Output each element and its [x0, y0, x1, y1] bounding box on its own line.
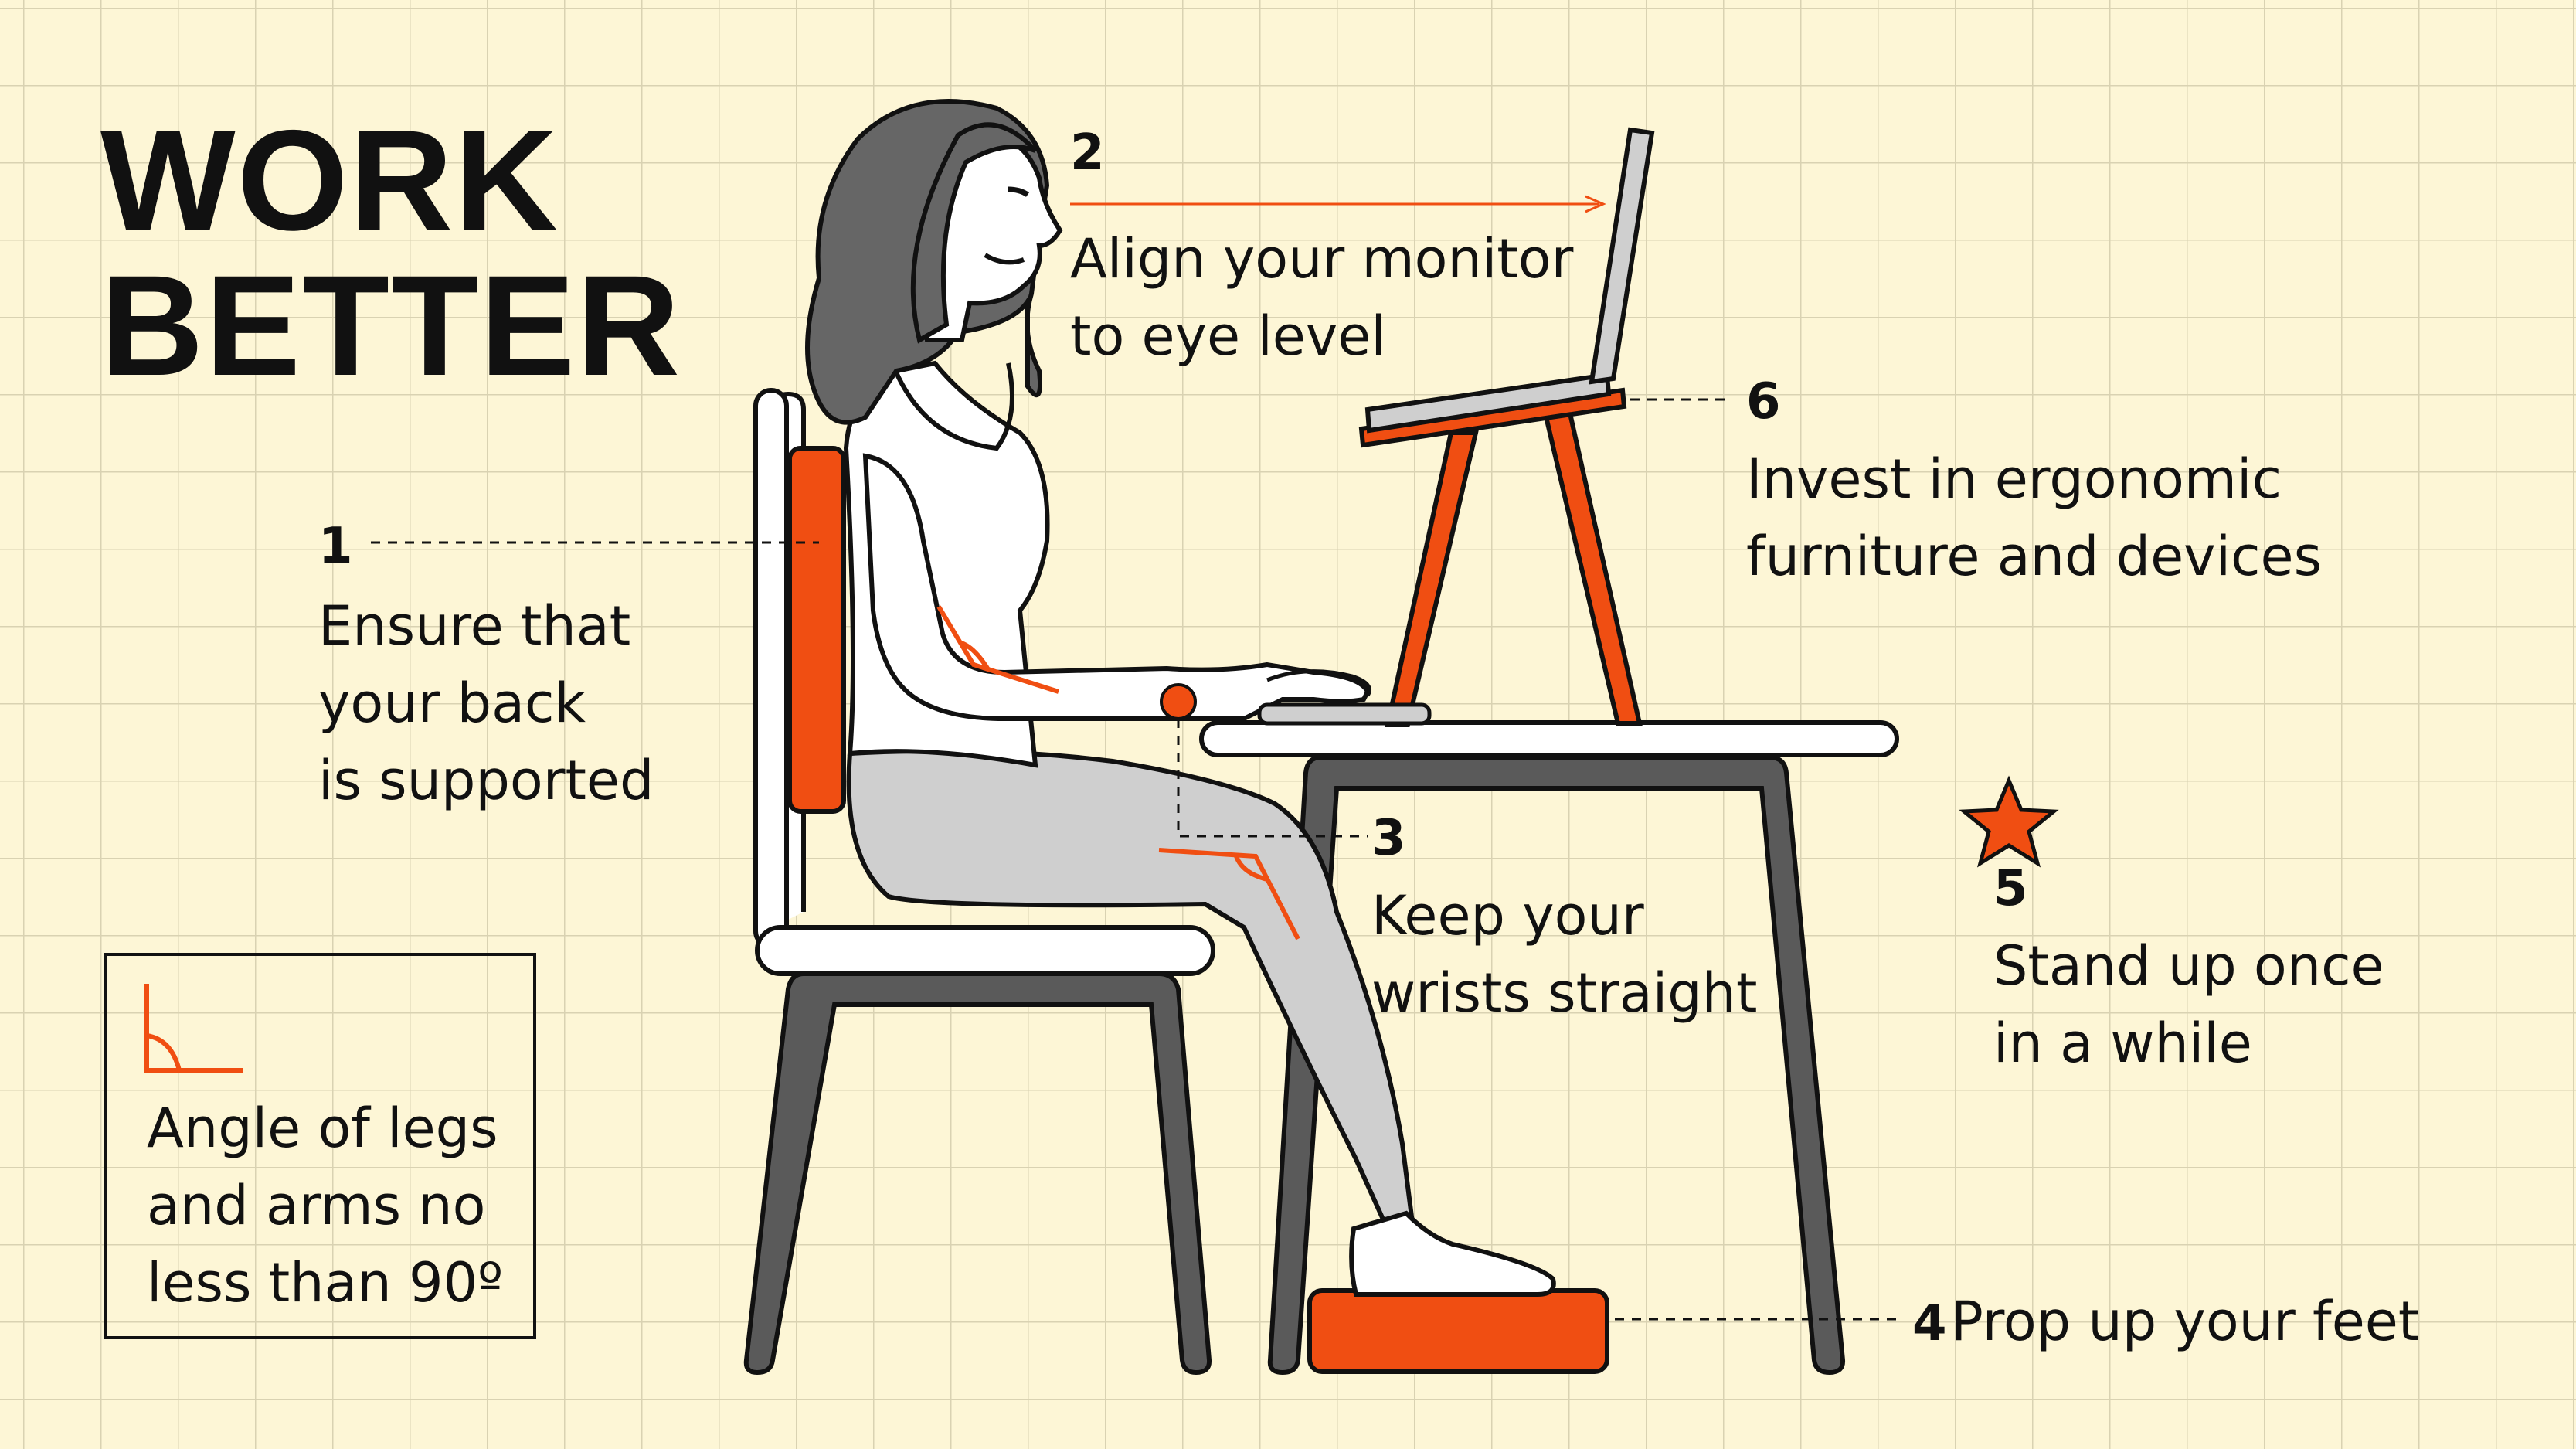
tip-5-line-1: Stand up once	[1993, 934, 2384, 998]
infographic: WORK BETTER 1 Ensure that your back is s…	[0, 0, 2576, 1449]
keyboard	[1257, 702, 1432, 726]
tip-1-text: Ensure that your back is supported	[318, 587, 654, 819]
tip-6-number: 6	[1746, 373, 1781, 430]
tip-2-line-2: to eye level	[1070, 304, 1386, 368]
tip-6-line-2: furniture and devices	[1746, 525, 2323, 588]
page-title: WORK BETTER	[100, 108, 681, 399]
tip-4-text: Prop up your feet	[1950, 1290, 2420, 1353]
tip-5-text: Stand up once in a while	[1993, 927, 2384, 1082]
desk-top	[1199, 720, 1899, 757]
tip-3-number: 3	[1371, 810, 1406, 867]
tip-5-line-2: in a while	[1993, 1012, 2252, 1075]
title-line-2: BETTER	[100, 247, 681, 406]
tip-4-number: 4	[1912, 1295, 1947, 1352]
legend-text: Angle of legs and arms no less than 90º	[147, 1090, 503, 1321]
tip-5-number: 5	[1993, 860, 2028, 917]
legend-line-3: less than 90º	[147, 1251, 504, 1315]
tip-1-number: 1	[318, 518, 353, 575]
tip-6-text: Invest in ergonomic furniture and device…	[1746, 440, 2322, 595]
tip-3-line-1: Keep your	[1371, 884, 1644, 947]
tip-1-line-1: Ensure that	[318, 594, 631, 658]
tip-1-line-3: is supported	[318, 749, 654, 812]
back-cushion	[787, 446, 846, 814]
title-line-1: WORK	[100, 101, 559, 260]
tip-2-text: Align your monitor to eye level	[1070, 220, 1573, 375]
tip-3-text: Keep your wrists straight	[1371, 877, 1757, 1032]
tip-2-line-1: Align your monitor	[1070, 227, 1574, 291]
wrist-dot	[1160, 683, 1197, 720]
legend-line-2: and arms no	[147, 1174, 486, 1237]
chair-seat	[755, 925, 1215, 976]
footrest	[1307, 1288, 1609, 1374]
tip-6-line-1: Invest in ergonomic	[1746, 447, 2282, 511]
tip-2-number: 2	[1070, 124, 1105, 182]
chair-back-frame	[753, 388, 789, 949]
legend-line-1: Angle of legs	[147, 1097, 498, 1160]
tip-3-line-2: wrists straight	[1371, 961, 1758, 1025]
tip-4: 4 Prop up your feet	[1912, 1283, 2419, 1360]
tip-1-line-2: your back	[318, 672, 586, 735]
